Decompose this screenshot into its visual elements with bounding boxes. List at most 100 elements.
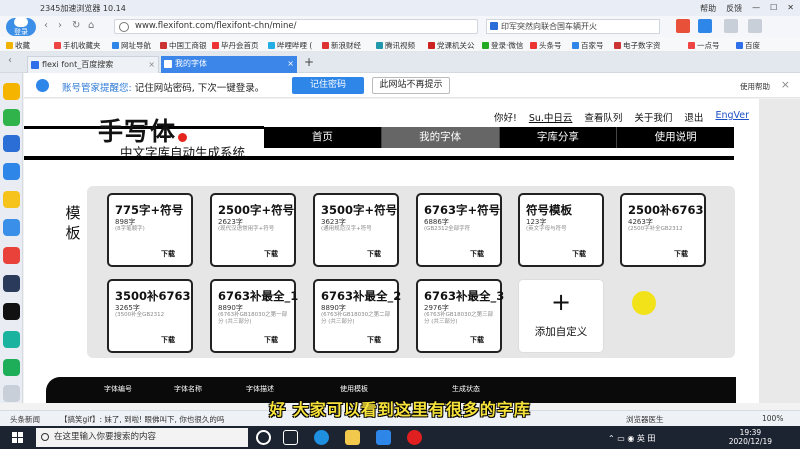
save-password-button[interactable]: 记住密码 xyxy=(292,77,364,94)
about-link[interactable]: 关于我们 xyxy=(634,110,672,124)
qiantu-icon[interactable] xyxy=(3,359,20,376)
task-view-icon[interactable] xyxy=(283,430,298,445)
logout-link[interactable]: 退出 xyxy=(684,110,703,124)
bookmark-item[interactable]: 百家号 xyxy=(572,40,604,51)
bookmark-item[interactable]: 哔哩哔哩 ( xyxy=(268,40,312,51)
extension-icon[interactable] xyxy=(676,19,690,33)
download-button[interactable]: 下载 xyxy=(367,249,381,259)
column-font-name: 字体名称 xyxy=(174,385,202,393)
game-icon[interactable] xyxy=(724,19,738,33)
tiktok-icon[interactable] xyxy=(3,303,20,320)
never-for-site-button[interactable]: 此网站不再提示 xyxy=(372,77,450,94)
download-button[interactable]: 下载 xyxy=(264,335,278,345)
maximize-icon[interactable]: ☐ xyxy=(770,3,777,14)
download-button[interactable]: 下载 xyxy=(264,249,278,259)
bookmark-item[interactable]: 头条号 xyxy=(530,40,562,51)
main-nav: 首页 我的字体 字库分享 使用说明 xyxy=(264,127,734,148)
download-button[interactable]: 下载 xyxy=(470,249,484,259)
bookmark-item[interactable]: 腾讯视频 xyxy=(376,40,415,51)
clock-icon[interactable] xyxy=(3,109,20,126)
template-card[interactable]: 6763补最全_1 8890字 (6763补GB18030之第一部分 (共三部分… xyxy=(210,279,298,353)
feedback-link[interactable]: 反馈 xyxy=(726,3,742,14)
close-tab-icon[interactable]: × xyxy=(287,56,294,71)
download-button[interactable]: 下载 xyxy=(470,335,484,345)
template-card[interactable]: 符号模板 123字 (英文字母与符号 下载 xyxy=(518,193,604,267)
nav-home[interactable]: 首页 xyxy=(264,127,382,148)
nav-font-share[interactable]: 字库分享 xyxy=(500,127,618,148)
bookmark-item[interactable]: 百度 xyxy=(736,40,760,51)
forward-icon[interactable]: › xyxy=(58,20,62,31)
nav-instructions[interactable]: 使用说明 xyxy=(617,127,734,148)
template-card[interactable]: 3500补6763 3265字 (3500补全GB2312 下载 xyxy=(107,279,193,353)
menu-icon[interactable] xyxy=(748,19,762,33)
template-card[interactable]: 6763补最全_2 8890字 (6763补GB18030之第二部分 (共三部分… xyxy=(313,279,401,353)
browser-2345-icon[interactable] xyxy=(376,430,391,445)
edge-icon[interactable] xyxy=(314,430,329,445)
queue-link[interactable]: 查看队列 xyxy=(584,110,622,124)
taskbar-search-input[interactable]: 在这里输入你要搜索的内容 xyxy=(36,428,248,447)
download-button[interactable]: 下载 xyxy=(161,249,175,259)
search-input[interactable]: 印军突然向联合国车辆开火 xyxy=(486,19,660,34)
help-link[interactable]: 使用帮助 xyxy=(740,81,770,92)
game-icon[interactable] xyxy=(3,247,20,264)
bookmark-item[interactable]: 一点号 xyxy=(688,40,720,51)
translate-icon[interactable] xyxy=(698,19,712,33)
download-button[interactable]: 下载 xyxy=(161,335,175,345)
login-icon[interactable] xyxy=(3,163,20,180)
favorites-icon[interactable] xyxy=(3,83,20,100)
bookmark-item[interactable]: 新浪财经 xyxy=(322,40,361,51)
bookmark-item[interactable]: 党课机关公 xyxy=(428,40,475,51)
url-input[interactable]: www.flexifont.com/flexifont-chn/mine/ xyxy=(114,19,478,34)
bookmark-item[interactable]: 收藏 xyxy=(6,40,30,51)
refresh-icon[interactable]: ↻ xyxy=(72,20,80,31)
add-custom-template-button[interactable]: + 添加自定义 xyxy=(518,279,604,353)
username-link[interactable]: Su.中日云 xyxy=(529,110,573,124)
template-card[interactable]: 2500补6763 4263字 (2500字补全GB2312 下载 xyxy=(620,193,706,267)
tab-my-fonts[interactable]: 我的字体 × xyxy=(161,56,297,73)
template-card[interactable]: 3500字+符号 3623字 (通用规范汉字+符号 下载 xyxy=(313,193,399,267)
windows-start-icon[interactable] xyxy=(12,432,24,444)
close-window-icon[interactable]: ✕ xyxy=(787,3,794,14)
help-link[interactable]: 帮助 xyxy=(700,3,716,14)
download-button[interactable]: 下载 xyxy=(572,249,586,259)
boss-icon[interactable] xyxy=(3,275,20,292)
globe-icon xyxy=(119,22,129,32)
template-card[interactable]: 775字+符号 898字 (8字笔顺字) 下载 xyxy=(107,193,193,267)
bookmark-item[interactable]: 手机收藏夹 xyxy=(54,40,101,51)
home-icon[interactable]: ⌂ xyxy=(88,20,94,31)
diamond-icon[interactable] xyxy=(3,331,20,348)
bookmark-item[interactable]: 登录·微信 xyxy=(482,40,523,51)
tab-baidu-search[interactable]: flexi font_百度搜索 × xyxy=(27,56,159,73)
chat-icon[interactable] xyxy=(3,219,20,236)
system-tray: ⌃ ▭ ◉ 英 田 xyxy=(608,434,656,443)
nav-my-fonts[interactable]: 我的字体 xyxy=(381,127,500,148)
taskbar-clock[interactable]: 19:39 2020/12/19 xyxy=(729,428,772,446)
template-card[interactable]: 6763字+符号 6886字 (GB2312全部字符 下载 xyxy=(416,193,502,267)
minimize-icon[interactable]: — xyxy=(752,3,760,14)
coin-icon[interactable] xyxy=(3,191,20,208)
new-tab-icon[interactable]: + xyxy=(304,55,314,69)
template-card[interactable]: 2500字+符号 2623字 (现代汉语常用字+符号 下载 xyxy=(210,193,296,267)
cortana-icon[interactable] xyxy=(256,430,271,445)
back-icon[interactable]: ‹ xyxy=(44,20,48,31)
bookmark-item[interactable]: 网址导航 xyxy=(112,40,151,51)
download-button[interactable]: 下载 xyxy=(367,335,381,345)
bookmark-item[interactable]: 毕丹会首页 xyxy=(212,40,259,51)
password-prompt-message: 记住网站密码, 下次一键登录。 xyxy=(134,83,265,94)
ime-indicator[interactable]: 英 xyxy=(637,434,645,443)
cursor-highlight xyxy=(632,291,656,315)
browser-title: 2345加速浏览器 10.14 xyxy=(40,4,126,13)
template-card[interactable]: 6763补最全_3 2976字 (6763补GB18030之第三部分 (共三部分… xyxy=(416,279,504,353)
close-icon[interactable]: × xyxy=(781,78,790,91)
login-button[interactable]: 登录 xyxy=(6,17,36,36)
bookmark-item[interactable]: 中国工商银 xyxy=(160,40,207,51)
download-button[interactable]: 下载 xyxy=(674,249,688,259)
column-font-desc: 字体描述 xyxy=(246,385,274,393)
close-tab-icon[interactable]: × xyxy=(148,57,155,72)
bookmark-item[interactable]: 电子数字资 xyxy=(614,40,661,51)
word-icon[interactable] xyxy=(3,135,20,152)
tab-scroll-left-icon[interactable]: ‹ xyxy=(8,55,12,66)
record-icon[interactable] xyxy=(407,430,422,445)
english-link[interactable]: EngVer xyxy=(715,110,749,124)
file-explorer-icon[interactable] xyxy=(345,430,360,445)
